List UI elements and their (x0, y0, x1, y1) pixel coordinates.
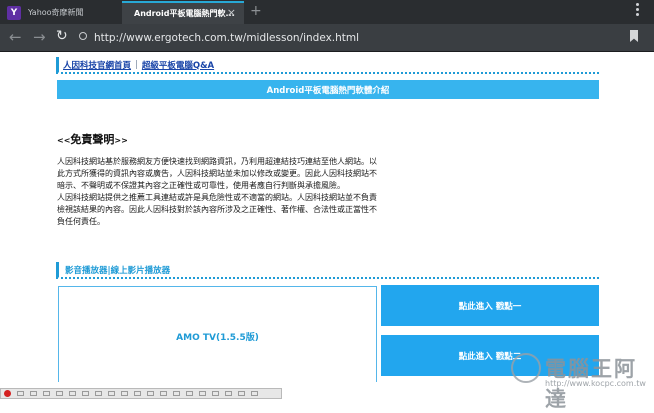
toolbar-icon[interactable] (121, 391, 128, 396)
tab-label: Yahoo奇摩新聞 (28, 8, 84, 17)
watermark-logo-icon (511, 353, 541, 383)
disclaimer-title: <<免責聲明>> (57, 133, 128, 146)
forward-arrow-icon[interactable]: → (33, 29, 46, 45)
enter-link-button-1[interactable]: 點此進入 戳點一 (381, 285, 599, 326)
tab-android-tablet[interactable]: Android平板電腦熱門軟... × (122, 1, 244, 24)
page-banner: Android平板電腦熱門軟體介紹 (57, 80, 599, 99)
toolbar-icon[interactable] (199, 391, 206, 396)
url-input[interactable] (78, 28, 624, 47)
toolbar-icon[interactable] (30, 391, 37, 396)
toolbar-icon[interactable] (251, 391, 258, 396)
toolbar-icon[interactable] (43, 391, 50, 396)
address-bar: ← → ↻ (0, 24, 654, 52)
back-arrow-icon[interactable]: ← (9, 29, 22, 45)
web-page: 人因科技官網首頁 | 超級平板電腦Q&A Android平板電腦熱門軟體介紹 <… (0, 52, 654, 382)
browser-tab-strip: Y Yahoo奇摩新聞 Android平板電腦熱門軟... × + (0, 0, 654, 24)
reload-icon[interactable]: ↻ (56, 28, 68, 44)
bookmark-icon[interactable] (630, 30, 638, 42)
toolbar-icon[interactable] (186, 391, 193, 396)
overflow-menu-icon[interactable] (636, 3, 640, 16)
toolbar-icon[interactable] (238, 391, 245, 396)
close-tab-icon[interactable]: × (227, 6, 236, 19)
site-watermark: 電腦王阿達 http://www.kocpc.com.tw (511, 351, 651, 411)
breadcrumb-home-link[interactable]: 人因科技官網首頁 (63, 59, 131, 71)
breadcrumb-qa-link[interactable]: 超級平板電腦Q&A (142, 59, 214, 71)
toolbar-icon[interactable] (147, 391, 154, 396)
toolbar-icon[interactable] (69, 391, 76, 396)
toolbar-icon[interactable] (225, 391, 232, 396)
toolbar-icon[interactable] (56, 391, 63, 396)
yahoo-icon: Y (7, 5, 21, 20)
breadcrumb-separator: | (135, 59, 138, 70)
tab-label: Android平板電腦熱門軟... (134, 9, 235, 18)
toolbar-icon[interactable] (17, 391, 24, 396)
disclaimer-paragraph: 人因科技網站提供之推薦工具連結或許是具危險性或不適當的網站。人因科技網站並不負責… (57, 193, 377, 226)
record-icon[interactable] (4, 390, 11, 397)
toolbar-icon[interactable] (134, 391, 141, 396)
toolbar-icon[interactable] (95, 391, 102, 396)
player-section-heading: 影音播放器|線上影片播放器 (56, 262, 599, 279)
toolbar-icon[interactable] (108, 391, 115, 396)
disclaimer-text: 人因科技網站基於服務網友方便快速找到網路資訊，乃利用超連結技巧連結至他人網站。以… (57, 156, 379, 228)
app-name-link[interactable]: AMO TV(1.5.5版) (176, 330, 259, 343)
toolbar-icon[interactable] (160, 391, 167, 396)
toolbar-icon[interactable] (173, 391, 180, 396)
breadcrumb: 人因科技官網首頁 | 超級平板電腦Q&A (56, 57, 599, 74)
new-tab-icon[interactable]: + (250, 3, 262, 19)
toolbar-icon[interactable] (82, 391, 89, 396)
disclaimer-paragraph: 人因科技網站基於服務網友方便快速找到網路資訊，乃利用超連結技巧連結至他人網站。以… (57, 157, 377, 190)
watermark-url: http://www.kocpc.com.tw (545, 379, 646, 388)
app-info-box: AMO TV(1.5.5版) (58, 286, 377, 382)
toolbar-track (0, 388, 282, 399)
tab-yahoo-news[interactable]: Y Yahoo奇摩新聞 (4, 1, 122, 24)
toolbar-icon[interactable] (212, 391, 219, 396)
